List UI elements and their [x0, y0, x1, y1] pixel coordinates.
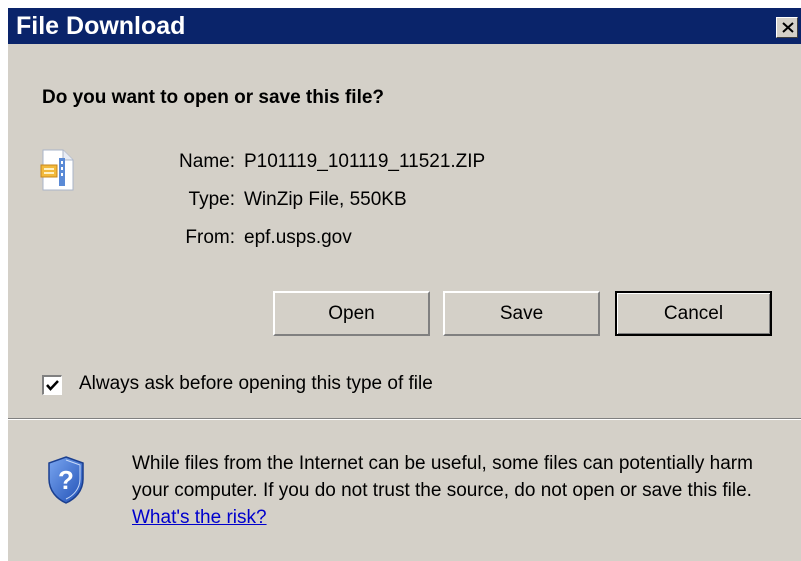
open-button[interactable]: Open	[273, 291, 430, 336]
shield-question-icon: ?	[48, 456, 84, 504]
always-ask-checkbox[interactable]	[42, 375, 62, 395]
file-download-dialog: File Download Do you want to open or sav…	[8, 8, 801, 561]
close-button[interactable]	[776, 17, 798, 38]
checkmark-icon	[46, 380, 59, 391]
whats-the-risk-link[interactable]: What's the risk?	[132, 507, 267, 528]
always-ask-label[interactable]: Always ask before opening this type of f…	[79, 372, 433, 396]
cancel-button[interactable]: Cancel	[615, 291, 772, 336]
section-divider	[8, 418, 801, 420]
type-label: Type:	[188, 189, 235, 210]
warning-text: While files from the Internet can be use…	[132, 453, 753, 501]
window-title: File Download	[16, 12, 186, 40]
close-icon	[782, 22, 794, 33]
security-warning: While files from the Internet can be use…	[132, 450, 787, 531]
file-name-value: P101119_101119_11521.ZIP	[244, 151, 486, 172]
svg-text:?: ?	[58, 465, 74, 495]
title-bar[interactable]: File Download	[8, 8, 801, 44]
from-label: From:	[185, 227, 235, 248]
prompt-question: Do you want to open or save this file?	[42, 87, 385, 108]
zip-file-icon	[40, 149, 74, 191]
file-type-value: WinZip File, 550KB	[244, 189, 407, 210]
name-label: Name:	[179, 151, 235, 172]
save-button[interactable]: Save	[443, 291, 600, 336]
file-source-value: epf.usps.gov	[244, 227, 352, 248]
